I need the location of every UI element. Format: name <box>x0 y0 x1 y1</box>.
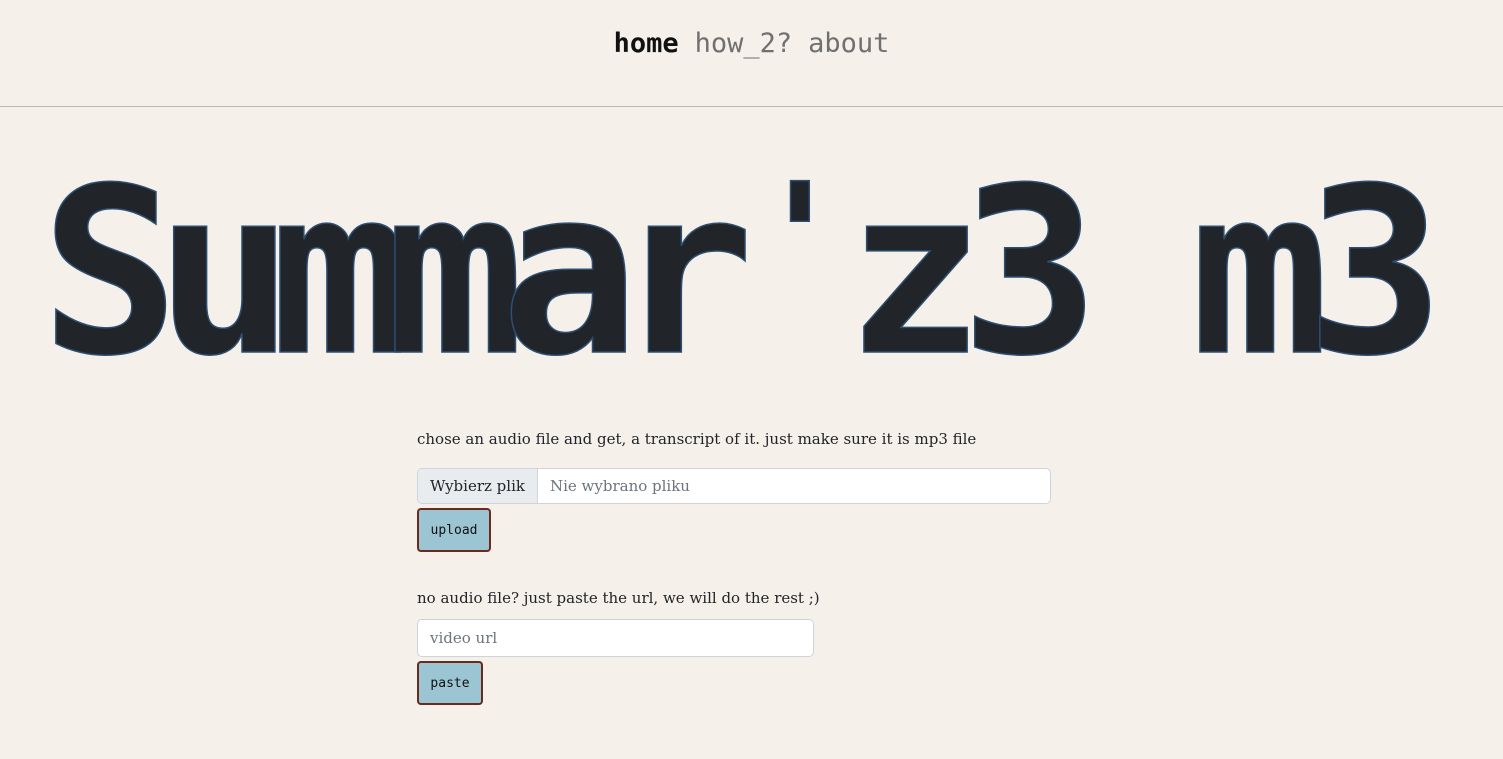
hero-title-char: 3 <box>1306 150 1444 380</box>
upload-section: chose an audio file and get, a transcrip… <box>417 430 1051 552</box>
upload-button[interactable]: upload <box>417 508 491 552</box>
nav-link-about[interactable]: about <box>808 28 889 59</box>
hero-title: Su m m a r ' z 3 m 3 <box>0 150 1503 380</box>
choose-file-button[interactable]: Wybierz plik <box>418 469 538 503</box>
upload-help-text: chose an audio file and get, a transcrip… <box>417 430 977 448</box>
url-section: no audio file? just paste the url, we wi… <box>417 589 820 705</box>
hero-title-char: r <box>616 150 754 380</box>
file-input[interactable]: Wybierz plik Nie wybrano pliku <box>417 468 1051 504</box>
hero-title-char: ' <box>755 152 845 326</box>
nav-link-home[interactable]: home <box>614 28 679 59</box>
top-nav: home how_2? about <box>0 0 1503 107</box>
file-status-text: Nie wybrano pliku <box>549 477 690 495</box>
url-help-text: no audio file? just paste the url, we wi… <box>417 589 820 607</box>
paste-button[interactable]: paste <box>417 661 483 705</box>
video-url-input[interactable] <box>417 619 814 657</box>
hero-title-char: 3 <box>961 150 1099 380</box>
hero-title-graphic: Summar ' z3 m3 <box>40 150 1445 380</box>
nav-links: home how_2? about <box>614 28 890 59</box>
nav-link-how-to[interactable]: how_2? <box>695 28 793 59</box>
